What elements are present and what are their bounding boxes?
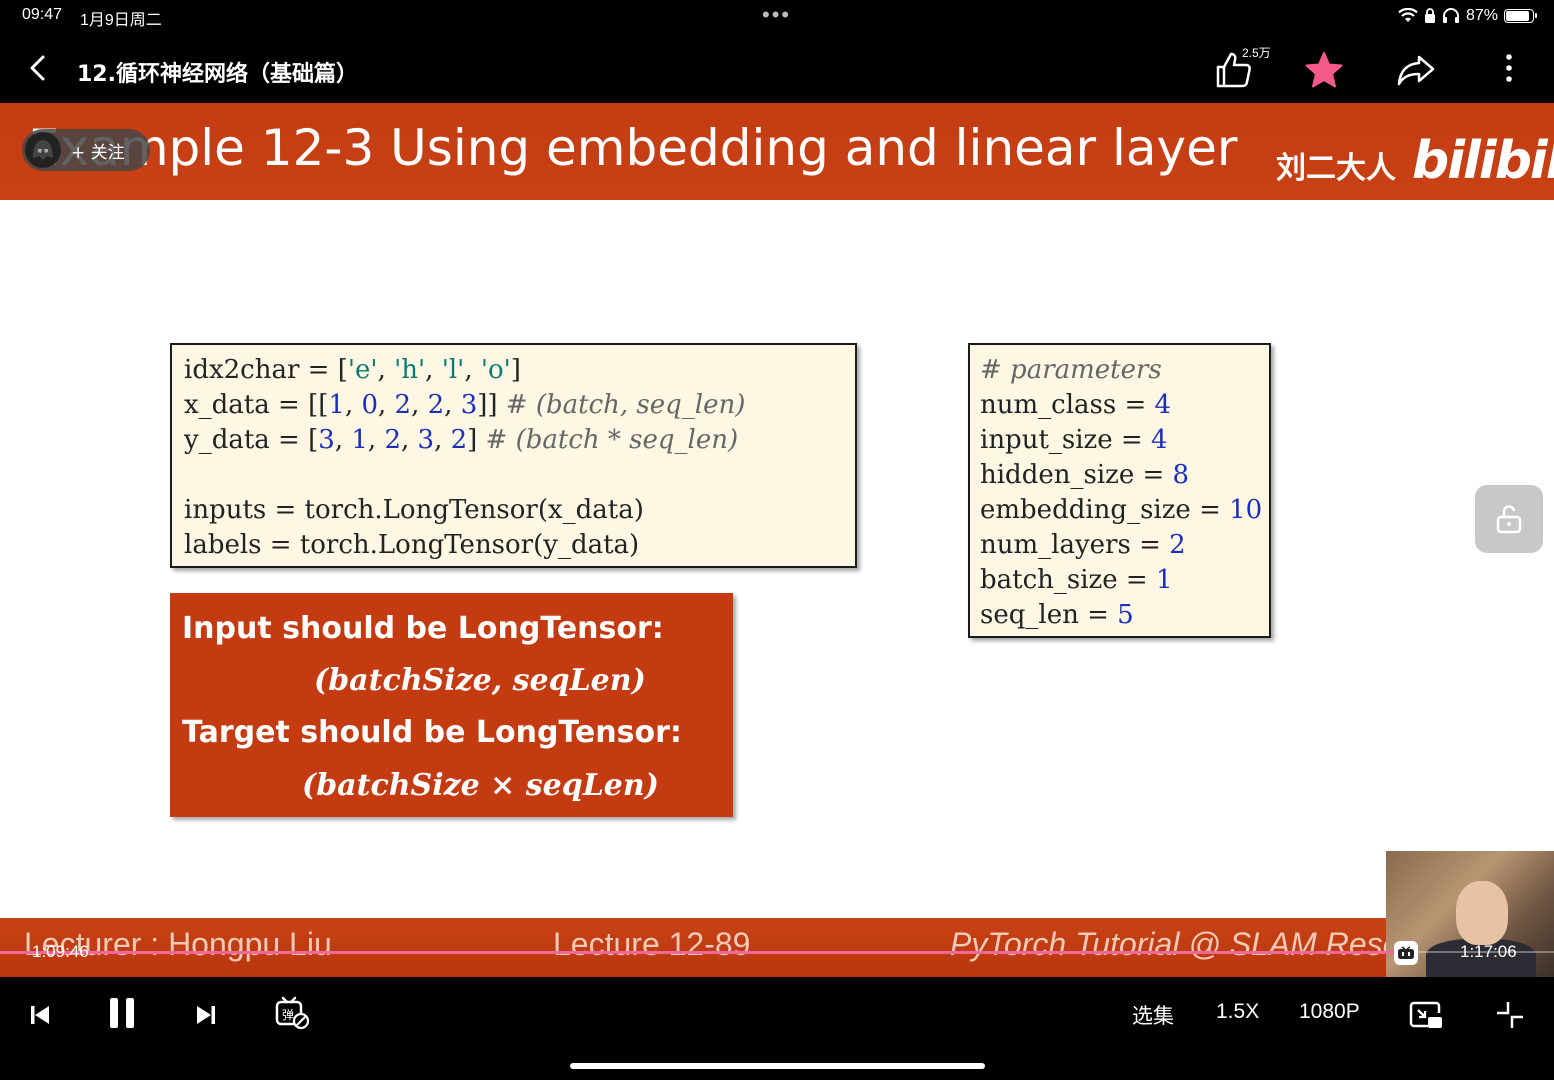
chevron-left-icon <box>30 55 45 81</box>
total-time: 1:17:06 <box>1460 942 1517 961</box>
unlock-icon <box>1496 505 1522 534</box>
skip-next-icon <box>197 1006 215 1024</box>
danmaku-off-icon: 弹 <box>275 996 310 1030</box>
param-name: seq_len = <box>980 600 1118 630</box>
previous-button[interactable] <box>22 997 58 1033</box>
lecturer-face <box>1456 881 1508 945</box>
param-name: input_size = <box>980 425 1151 455</box>
uploader-watermark: 刘二大人 <box>1276 151 1396 186</box>
param-value: 5 <box>1117 600 1134 630</box>
param-value: 4 <box>1150 425 1168 455</box>
code-box-data: idx2char = ['e', 'h', 'l', 'o'] x_data =… <box>170 343 857 568</box>
video-title: 12.循环神经网络（基础篇） <box>77 62 358 87</box>
param-line: num_layers = 2 <box>980 528 1259 563</box>
status-time: 09:47 <box>22 6 63 23</box>
input-formula: (batchSize, seqLen) <box>314 663 646 698</box>
helmet-icon <box>33 140 53 160</box>
status-bar: 09:47 1月9日周二 ••• 87% <box>0 0 1554 32</box>
code-box-parameters: # parameters num_class = 4 input_size = 4… <box>968 343 1271 638</box>
episodes-button[interactable]: 选集 <box>1132 1000 1174 1030</box>
param-line: seq_len = 5 <box>980 598 1259 633</box>
pip-icon <box>1409 1001 1442 1028</box>
battery-icon <box>1504 9 1537 23</box>
param-line: batch_size = 1 <box>980 563 1259 598</box>
share-button[interactable] <box>1396 52 1436 88</box>
param-name: num_layers = <box>980 530 1170 560</box>
favorite-button[interactable] <box>1304 50 1344 90</box>
param-name: hidden_size = <box>980 460 1173 490</box>
battery-percent: 87% <box>1465 7 1498 24</box>
follow-button[interactable]: + 关注 <box>22 129 150 171</box>
pause-button[interactable] <box>102 993 142 1033</box>
footer-lecture: Lecture 12-89 <box>553 926 751 962</box>
slide-footer: Lecturer : Hongpu Liu Lecture 12-89 PyTo… <box>0 918 1554 977</box>
slide-header: Example 12-3 Using embedding and linear … <box>0 103 1554 200</box>
progress-fill <box>0 951 1406 954</box>
param-line: hidden_size = 8 <box>980 458 1259 493</box>
back-button[interactable] <box>22 52 54 84</box>
follow-label: + 关注 <box>71 142 125 163</box>
quality-button[interactable]: 1080P <box>1299 1000 1360 1024</box>
top-nav: 12.循环神经网络（基础篇） 2.5万 <box>0 32 1554 103</box>
param-value: 1 <box>1155 565 1173 595</box>
param-value: 10 <box>1229 495 1263 525</box>
input-heading: Input should be LongTensor: <box>182 611 664 646</box>
code-line: y_data = [3, 1, 2, 3, 2] # (batch * seq_… <box>184 425 739 455</box>
screen-lock-button[interactable] <box>1475 485 1543 553</box>
multitasking-dots-icon[interactable]: ••• <box>762 2 791 28</box>
battery-level <box>1506 11 1529 21</box>
exit-fullscreen-button[interactable] <box>1490 995 1530 1035</box>
player-controls: 弹 选集 1.5X 1080P <box>0 977 1554 1080</box>
svg-text:弹: 弹 <box>282 1008 294 1022</box>
param-name: num_class = <box>980 390 1155 420</box>
param-name: embedding_size = <box>980 495 1230 525</box>
param-value: 2 <box>1169 530 1186 560</box>
param-value: 4 <box>1154 390 1172 420</box>
share-arrow-icon <box>1397 55 1435 86</box>
target-formula: (batchSize × seqLen) <box>302 768 659 803</box>
star-icon <box>1305 52 1343 88</box>
status-indicators: 87% <box>1398 5 1537 27</box>
skip-previous-icon <box>31 1006 49 1024</box>
pause-icon <box>110 998 134 1028</box>
bilibili-logo: bilibili <box>1412 131 1554 191</box>
code-line: labels = torch.LongTensor(y_data) <box>184 530 640 560</box>
video-player[interactable]: Example 12-3 Using embedding and linear … <box>0 103 1554 977</box>
wifi-icon <box>1398 8 1418 22</box>
code-line: inputs = torch.LongTensor(x_data) <box>184 495 644 525</box>
target-heading: Target should be LongTensor: <box>182 715 682 750</box>
speed-button[interactable]: 1.5X <box>1216 1000 1259 1024</box>
param-line: input_size = 4 <box>980 423 1259 458</box>
status-date: 1月9日周二 <box>80 12 162 29</box>
progress-handle[interactable] <box>1394 941 1418 965</box>
note-box: Input should be LongTensor: (batchSize, … <box>170 593 733 817</box>
param-line: num_class = 4 <box>980 388 1259 423</box>
current-time: 1:09:46 <box>32 942 89 961</box>
home-indicator[interactable] <box>570 1063 985 1069</box>
param-line: embedding_size = 10 <box>980 493 1263 528</box>
headphones-icon <box>1442 8 1459 23</box>
exit-fullscreen-icon <box>1497 1002 1523 1028</box>
param-list: num_class = 4 input_size = 4 hidden_size =… <box>980 388 1263 633</box>
next-button[interactable] <box>188 997 224 1033</box>
param-name: batch_size = <box>980 565 1156 595</box>
uploader-avatar <box>25 132 61 168</box>
tv-mascot-icon <box>1398 946 1414 959</box>
code-line: idx2char = ['e', 'h', 'l', 'o'] <box>184 355 521 385</box>
more-vertical-icon <box>1506 54 1512 82</box>
lock-rotation-icon <box>1424 8 1435 23</box>
code-line: x_data = [[1, 0, 2, 2, 3]] # (batch, seq… <box>184 390 746 420</box>
more-options-button[interactable] <box>1496 52 1522 84</box>
param-value: 8 <box>1172 460 1190 490</box>
like-count: 2.5万 <box>1242 46 1271 60</box>
picture-in-picture-button[interactable] <box>1406 995 1446 1035</box>
code-comment: # parameters <box>980 355 1162 385</box>
slide-title: Example 12-3 Using embedding and linear … <box>28 119 1238 177</box>
danmaku-toggle-button[interactable]: 弹 <box>272 993 312 1033</box>
